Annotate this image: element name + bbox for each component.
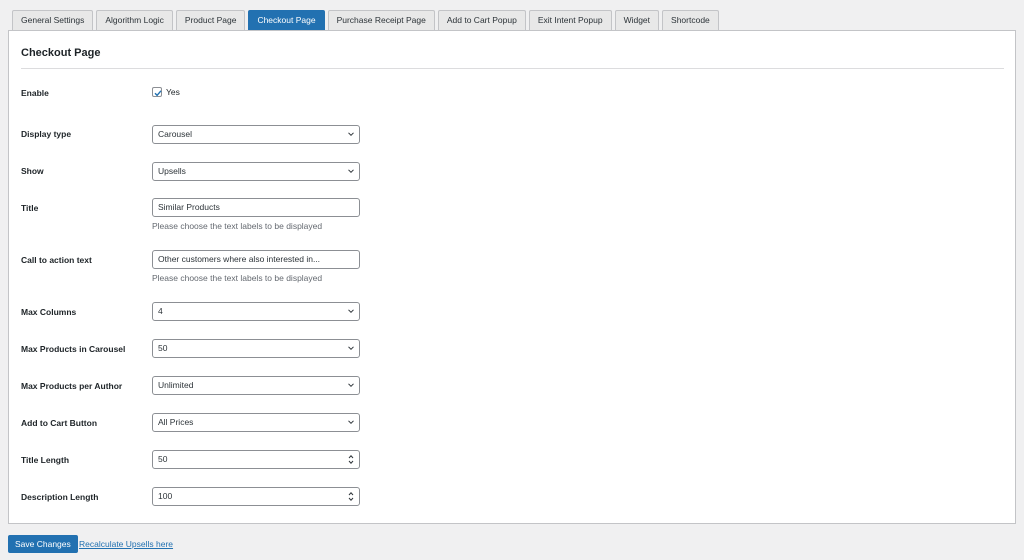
tab-widget[interactable]: Widget	[614, 10, 660, 30]
enable-checkbox[interactable]	[152, 87, 162, 97]
checkmark-icon	[154, 90, 162, 97]
chevron-down-icon	[348, 346, 354, 351]
title-length-input[interactable]: 50	[152, 450, 360, 469]
show-label: Show	[21, 166, 44, 176]
show-value: Upsells	[158, 166, 186, 176]
max-products-carousel-select[interactable]: 50	[152, 339, 360, 358]
title-length-label: Title Length	[21, 455, 70, 465]
tab-exit-intent-popup[interactable]: Exit Intent Popup	[528, 10, 612, 30]
max-products-author-select[interactable]: Unlimited	[152, 376, 360, 395]
enable-label: Enable	[21, 88, 49, 98]
max-columns-value: 4	[158, 306, 163, 316]
cta-text-input[interactable]: Other customers where also interested in…	[152, 250, 360, 269]
show-select[interactable]: Upsells	[152, 162, 360, 181]
spinner-arrows-icon[interactable]	[348, 491, 354, 502]
add-to-cart-button-label: Add to Cart Button	[21, 418, 98, 428]
title-input[interactable]: Similar Products	[152, 198, 360, 217]
settings-tabs: General Settings Algorithm Logic Product…	[12, 10, 722, 30]
cta-help-text: Please choose the text labels to be disp…	[152, 273, 323, 283]
max-products-author-label: Max Products per Author	[21, 381, 123, 391]
tab-shortcode[interactable]: Shortcode	[662, 10, 719, 30]
section-title: Checkout Page	[21, 47, 101, 59]
display-type-label: Display type	[21, 129, 72, 139]
description-length-value: 100	[158, 491, 173, 501]
max-columns-label: Max Columns	[21, 307, 77, 317]
add-to-cart-button-value: All Prices	[158, 417, 194, 427]
description-length-input[interactable]: 100	[152, 487, 360, 506]
spinner-arrows-icon[interactable]	[348, 454, 354, 465]
enable-option-label: Yes	[166, 87, 180, 97]
display-type-select[interactable]: Carousel	[152, 125, 360, 144]
max-columns-select[interactable]: 4	[152, 302, 360, 321]
tab-general-settings[interactable]: General Settings	[12, 10, 94, 30]
display-type-value: Carousel	[158, 129, 193, 139]
max-products-carousel-value: 50	[158, 343, 168, 353]
section-divider	[21, 68, 1004, 69]
cta-text-input-value: Other customers where also interested in…	[158, 254, 321, 264]
cta-text-label: Call to action text	[21, 255, 92, 265]
save-changes-button[interactable]: Save Changes	[8, 535, 78, 553]
max-products-author-value: Unlimited	[158, 380, 194, 390]
tab-checkout-page[interactable]: Checkout Page	[248, 10, 325, 30]
settings-panel: Checkout Page Enable Yes Display type Ca…	[8, 30, 1016, 524]
chevron-down-icon	[348, 309, 354, 314]
title-input-value: Similar Products	[158, 202, 220, 212]
title-length-value: 50	[158, 454, 168, 464]
tab-purchase-receipt-page[interactable]: Purchase Receipt Page	[327, 10, 435, 30]
chevron-down-icon	[348, 169, 354, 174]
chevron-down-icon	[348, 420, 354, 425]
tab-add-to-cart-popup[interactable]: Add to Cart Popup	[437, 10, 526, 30]
recalculate-upsells-link[interactable]: Recalculate Upsells here	[79, 539, 173, 549]
title-label: Title	[21, 203, 39, 213]
chevron-down-icon	[348, 132, 354, 137]
tab-product-page[interactable]: Product Page	[175, 10, 246, 30]
title-help-text: Please choose the text labels to be disp…	[152, 221, 323, 231]
max-products-carousel-label: Max Products in Carousel	[21, 344, 126, 354]
add-to-cart-button-select[interactable]: All Prices	[152, 413, 360, 432]
description-length-label: Description Length	[21, 492, 99, 502]
chevron-down-icon	[348, 383, 354, 388]
tab-algorithm-logic[interactable]: Algorithm Logic	[96, 10, 173, 30]
